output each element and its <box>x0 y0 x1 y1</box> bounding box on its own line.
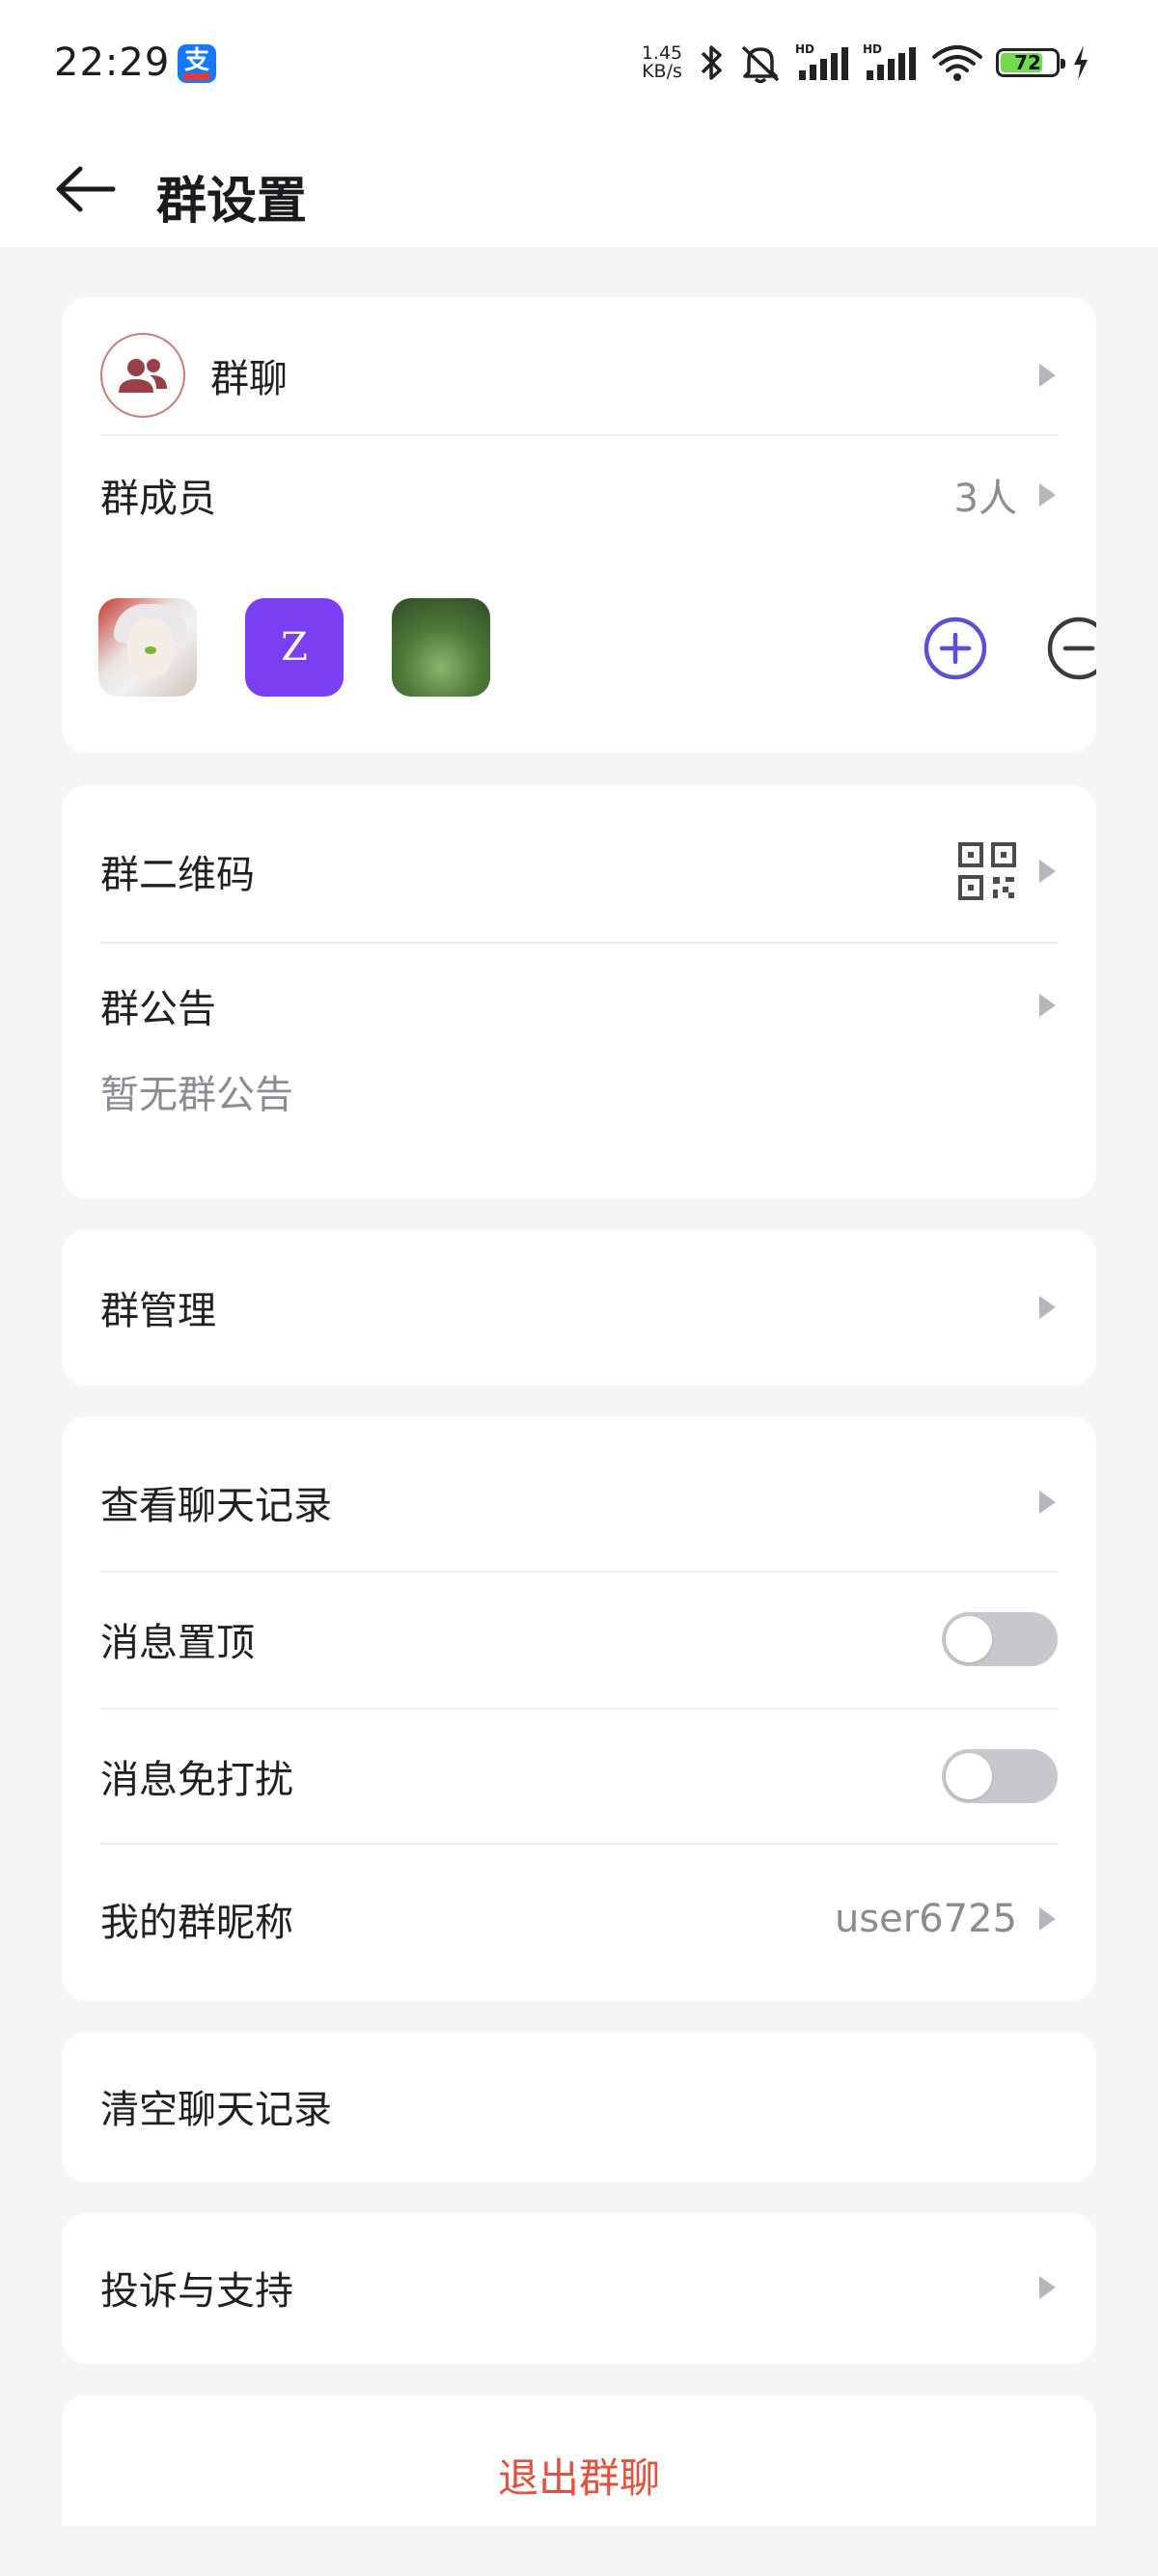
support-card: 投诉与支持 <box>62 2213 1096 2364</box>
signal-hd-icon: HD <box>863 42 916 80</box>
exit-card: 退出群聊 <box>62 2395 1096 2526</box>
bluetooth-icon <box>701 45 722 80</box>
qr-code-row[interactable]: 群二维码 <box>100 808 1058 934</box>
clear-history-label: 清空聊天记录 <box>100 2088 332 2132</box>
pin-label: 消息置顶 <box>100 1621 255 1665</box>
dnd-label: 消息免打扰 <box>100 1758 293 1802</box>
group-name-row[interactable]: 群聊 <box>100 322 1058 428</box>
charging-icon <box>1074 45 1088 80</box>
group-manage-label: 群管理 <box>100 1289 216 1333</box>
svg-text:HD: HD <box>795 42 814 56</box>
nickname-value: user6725 <box>834 1897 1017 1941</box>
status-bar: 22:29 支 1.45 KB/s HD HD 72 <box>0 0 1158 131</box>
group-card: 群聊 群成员 3人 Z <box>62 297 1096 753</box>
svg-text:HD: HD <box>863 42 882 56</box>
pin-row: 消息置顶 <box>100 1576 1058 1702</box>
chat-history-label: 查看聊天记录 <box>100 1484 332 1528</box>
chevron-right-icon <box>1039 364 1056 387</box>
chevron-right-icon <box>1039 2276 1056 2299</box>
chevron-right-icon <box>1039 1491 1056 1514</box>
notice-row[interactable]: 群公告 <box>100 957 1058 1054</box>
status-icons: 1.45 KB/s HD HD 72 <box>637 39 1090 87</box>
group-people-icon <box>119 359 167 393</box>
support-label: 投诉与支持 <box>100 2269 293 2314</box>
mute-icon <box>741 45 780 84</box>
net-speed-unit: KB/s <box>642 61 682 82</box>
member-avatar[interactable] <box>392 598 490 697</box>
info-card: 群二维码 群公告 暂无群公告 <box>62 785 1096 1198</box>
divider <box>100 1843 1058 1845</box>
chevron-right-icon <box>1039 860 1056 883</box>
notice-label: 群公告 <box>100 987 216 1031</box>
dnd-toggle[interactable] <box>942 1749 1058 1803</box>
status-time: 22:29 <box>54 41 171 85</box>
clear-history-row[interactable]: 清空聊天记录 <box>100 2053 1058 2159</box>
exit-group-button[interactable]: 退出群聊 <box>100 2422 1058 2526</box>
manage-card: 群管理 <box>62 1229 1096 1385</box>
divider <box>100 1571 1058 1573</box>
chat-settings-card: 查看聊天记录 消息置顶 消息免打扰 我的群昵称 user6725 <box>62 1416 1096 2001</box>
members-label: 群成员 <box>100 477 216 521</box>
alipay-icon: 支 <box>178 44 216 83</box>
page-title: 群设置 <box>156 173 308 231</box>
remove-member-button[interactable] <box>1046 616 1096 681</box>
battery-icon: 72 <box>996 48 1065 77</box>
wifi-icon <box>932 45 982 81</box>
member-avatar[interactable]: Z <box>245 598 344 697</box>
net-speed: 1.45 KB/s <box>637 44 687 81</box>
signal-hd-icon: HD <box>795 42 848 80</box>
group-avatar <box>100 333 185 418</box>
group-manage-row[interactable]: 群管理 <box>100 1254 1058 1360</box>
chat-history-row[interactable]: 查看聊天记录 <box>100 1439 1058 1565</box>
divider <box>100 434 1058 436</box>
group-name: 群聊 <box>210 357 288 401</box>
nickname-row[interactable]: 我的群昵称 user6725 <box>100 1856 1058 1982</box>
notice-content: 暂无群公告 <box>100 1057 1058 1125</box>
divider <box>100 1708 1058 1710</box>
members-count: 3人 <box>953 477 1017 521</box>
qr-code-label: 群二维码 <box>100 853 255 897</box>
chevron-right-icon <box>1039 483 1056 507</box>
notice-placeholder: 暂无群公告 <box>100 1073 293 1117</box>
nickname-label: 我的群昵称 <box>100 1901 293 1945</box>
clear-card: 清空聊天记录 <box>62 2032 1096 2182</box>
member-avatars: Z <box>98 598 1096 699</box>
chevron-right-icon <box>1039 1296 1056 1319</box>
chevron-right-icon <box>1039 994 1056 1017</box>
member-initial: Z <box>281 625 308 670</box>
divider <box>100 942 1058 944</box>
back-arrow-icon <box>56 166 116 212</box>
member-avatar[interactable] <box>98 598 197 697</box>
exit-group-label: 退出群聊 <box>497 2453 660 2502</box>
members-row[interactable]: 群成员 3人 <box>100 442 1058 548</box>
pin-toggle[interactable] <box>942 1612 1058 1666</box>
app-header: 群设置 <box>0 131 1158 247</box>
support-row[interactable]: 投诉与支持 <box>100 2234 1058 2341</box>
dnd-row: 消息免打扰 <box>100 1713 1058 1839</box>
qr-code-icon <box>958 842 1016 900</box>
battery-level: 72 <box>1014 51 1041 74</box>
chevron-right-icon <box>1039 1907 1056 1931</box>
add-member-button[interactable] <box>923 616 988 681</box>
back-button[interactable] <box>46 151 124 228</box>
